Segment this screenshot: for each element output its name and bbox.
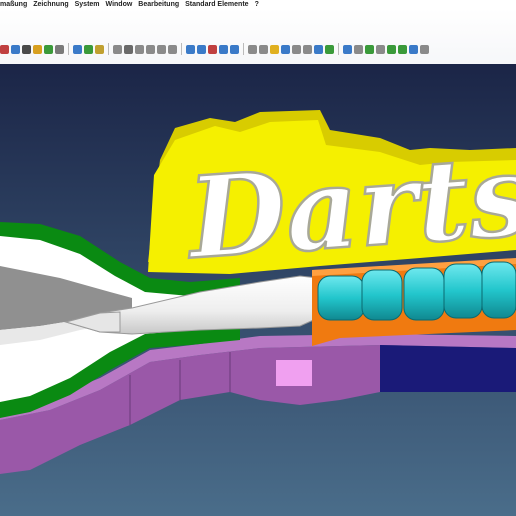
mirror-icon[interactable] xyxy=(208,44,217,54)
select-icon[interactable] xyxy=(84,44,93,54)
toolbar-area xyxy=(0,9,516,64)
zoom-icon[interactable] xyxy=(22,44,31,54)
layer-icon[interactable] xyxy=(248,44,257,54)
cone-icon[interactable] xyxy=(146,44,155,54)
tag-icon[interactable] xyxy=(409,44,418,54)
toolbar-separator xyxy=(338,43,339,55)
measure-icon[interactable] xyxy=(376,44,385,54)
align-icon[interactable] xyxy=(354,44,363,54)
list-icon[interactable] xyxy=(292,44,301,54)
image-icon[interactable] xyxy=(314,44,323,54)
torus-icon[interactable] xyxy=(168,44,177,54)
arrow-icon[interactable] xyxy=(343,44,352,54)
group-icon[interactable] xyxy=(259,44,268,54)
settings-icon[interactable] xyxy=(420,44,429,54)
grid-icon[interactable] xyxy=(303,44,312,54)
cut-icon[interactable] xyxy=(230,44,239,54)
menu-item-standard-elemente[interactable]: Standard Elemente xyxy=(185,1,248,8)
menu-item-zeichnung[interactable]: Zeichnung xyxy=(33,1,68,8)
menu-item-vermassung[interactable]: maßung xyxy=(0,1,27,8)
toolbar-separator xyxy=(68,43,69,55)
fit-icon[interactable] xyxy=(95,44,104,54)
box-icon[interactable] xyxy=(124,44,133,54)
rotate-icon[interactable] xyxy=(11,44,20,54)
pen-icon[interactable] xyxy=(387,44,396,54)
check-icon[interactable] xyxy=(398,44,407,54)
properties-icon[interactable] xyxy=(281,44,290,54)
shade-icon[interactable] xyxy=(44,44,53,54)
cube-icon[interactable] xyxy=(113,44,122,54)
globe-icon[interactable] xyxy=(325,44,334,54)
sphere-icon[interactable] xyxy=(157,44,166,54)
color-wheel-icon[interactable] xyxy=(33,44,42,54)
move-icon[interactable] xyxy=(186,44,195,54)
main-toolbar xyxy=(0,40,516,58)
copy-icon[interactable] xyxy=(197,44,206,54)
snap-icon[interactable] xyxy=(365,44,374,54)
menu-item-window[interactable]: Window xyxy=(106,1,133,8)
highlight-icon[interactable] xyxy=(270,44,279,54)
menu-item-bearbeitung[interactable]: Bearbeitung xyxy=(138,1,179,8)
3d-viewport[interactable]: Darts xyxy=(0,64,516,516)
hand-icon[interactable] xyxy=(0,44,9,54)
pan-icon[interactable] xyxy=(73,44,82,54)
menu-bar: maßung Zeichnung System Window Bearbeitu… xyxy=(0,0,516,9)
pink-patch xyxy=(276,360,312,386)
render-icon[interactable] xyxy=(55,44,64,54)
menu-item-help[interactable]: ? xyxy=(255,1,259,8)
boolean-icon[interactable] xyxy=(219,44,228,54)
toolbar-separator xyxy=(108,43,109,55)
toolbar-separator xyxy=(181,43,182,55)
cylinder-icon[interactable] xyxy=(135,44,144,54)
menu-item-system[interactable]: System xyxy=(75,1,100,8)
toolbar-separator xyxy=(243,43,244,55)
